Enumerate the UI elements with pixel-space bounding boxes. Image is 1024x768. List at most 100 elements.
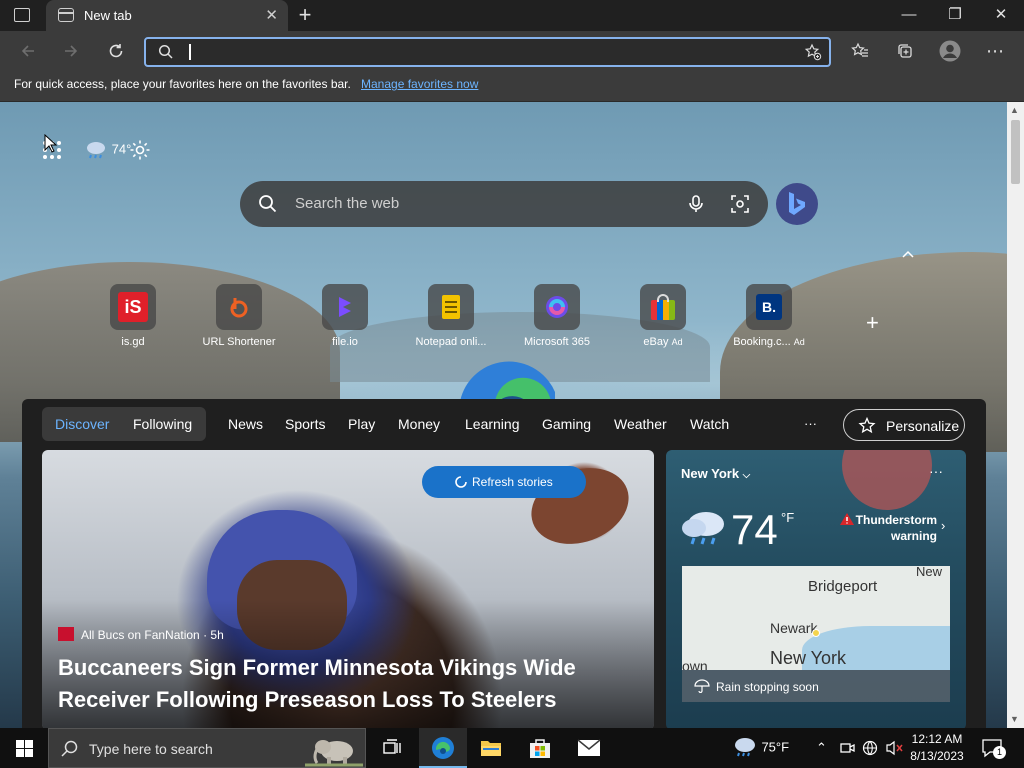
- feed-more-button[interactable]: ···: [804, 416, 817, 431]
- edge-browser-icon: [432, 737, 454, 759]
- quick-link-url-shortener[interactable]: URL Shortener: [194, 284, 284, 348]
- meet-now-icon[interactable]: [839, 740, 855, 756]
- collapse-chevron-icon[interactable]: [900, 246, 916, 262]
- quick-link-notepad[interactable]: Notepad onli...: [406, 284, 496, 348]
- refresh-icon: [109, 44, 123, 58]
- refresh-button[interactable]: [101, 37, 131, 65]
- back-arrow-icon: [21, 45, 34, 57]
- web-search-input[interactable]: Search the web: [295, 195, 399, 212]
- quick-link-label: file.io: [332, 336, 358, 348]
- manage-favorites-link[interactable]: Manage favorites now: [361, 77, 478, 91]
- tab-play[interactable]: Play: [348, 416, 375, 432]
- refresh-stories-label: Refresh stories: [472, 475, 553, 489]
- tab-money[interactable]: Money: [398, 416, 440, 432]
- task-view-icon: [383, 739, 401, 754]
- add-site-button[interactable]: +: [866, 310, 879, 336]
- personalize-button[interactable]: Personalize: [843, 409, 965, 441]
- minimize-button[interactable]: —: [886, 0, 932, 31]
- page-settings-button[interactable]: [128, 138, 152, 167]
- tab-news[interactable]: News: [228, 416, 263, 432]
- tab-sports[interactable]: Sports: [285, 416, 325, 432]
- story-headline[interactable]: Buccaneers Sign Former Minnesota Vikings…: [58, 652, 638, 716]
- map-label-new-york: New York: [770, 648, 847, 668]
- tab-weather[interactable]: Weather: [614, 416, 667, 432]
- new-tab-favicon-icon: [58, 8, 74, 22]
- tab-watch[interactable]: Watch: [690, 416, 729, 432]
- weather-alert-line2: warning: [890, 529, 937, 543]
- umbrella-icon: [694, 679, 710, 693]
- new-tab-button[interactable]: +: [292, 2, 318, 28]
- scroll-up-arrow-icon[interactable]: ▲: [1010, 105, 1019, 115]
- star-plus-icon[interactable]: [804, 43, 822, 61]
- tab-actions-icon[interactable]: [14, 8, 30, 22]
- microphone-icon[interactable]: [686, 194, 706, 214]
- location-pin-icon: [812, 629, 820, 637]
- weather-mini-widget[interactable]: 74°: [84, 140, 131, 160]
- taskbar-file-explorer-button[interactable]: [467, 728, 515, 768]
- chevron-right-icon[interactable]: ›: [941, 518, 945, 533]
- favorites-bar-message: For quick access, place your favorites h…: [14, 77, 351, 91]
- quick-link-booking[interactable]: B. Booking.c... Ad: [724, 284, 814, 348]
- quick-link-label: eBay: [643, 336, 669, 348]
- task-view-button[interactable]: [368, 728, 416, 768]
- taskbar-search-box[interactable]: Type here to search: [48, 728, 366, 768]
- weather-note-text: Rain stopping soon: [716, 680, 819, 694]
- ad-badge: Ad: [793, 337, 805, 347]
- back-button[interactable]: [13, 37, 43, 65]
- search-icon: [259, 195, 277, 213]
- show-hidden-icons-chevron-icon[interactable]: ⌃: [816, 740, 827, 756]
- scrollbar-thumb[interactable]: [1011, 120, 1020, 184]
- weather-more-button[interactable]: ···: [929, 463, 943, 479]
- network-globe-icon[interactable]: [862, 740, 878, 756]
- taskbar-weather-widget[interactable]: 75°F: [731, 736, 789, 758]
- taskbar-edge-button[interactable]: [419, 728, 467, 768]
- map-label-new: New: [916, 566, 943, 579]
- text-caret: [189, 44, 191, 60]
- tab-close-icon[interactable]: ✕: [265, 6, 278, 24]
- more-menu-icon: ⋯: [986, 41, 1004, 61]
- story-source[interactable]: All Bucs on FanNation · 5h: [81, 628, 224, 642]
- bing-logo-icon: [789, 192, 805, 215]
- favorites-button[interactable]: [845, 37, 875, 65]
- tab-discover[interactable]: Discover: [55, 416, 109, 432]
- taskbar-mail-button[interactable]: [565, 728, 613, 768]
- scroll-down-arrow-icon[interactable]: ▼: [1010, 714, 1019, 724]
- quick-link-ebay[interactable]: eBay Ad: [618, 284, 708, 348]
- quick-link-microsoft-365[interactable]: Microsoft 365: [512, 284, 602, 348]
- weather-map[interactable]: Bridgeport New Newark New York own: [682, 566, 950, 670]
- profile-button[interactable]: [935, 37, 965, 65]
- tab-learning[interactable]: Learning: [465, 416, 520, 432]
- forward-button[interactable]: [56, 37, 86, 65]
- page-scrollbar[interactable]: ▲ ▼: [1007, 102, 1024, 728]
- quick-link-label: Booking.c...: [733, 336, 791, 348]
- tab-new-tab[interactable]: New tab ✕: [46, 0, 288, 31]
- notification-center-button[interactable]: 1: [981, 738, 1006, 760]
- settings-more-button[interactable]: ⋯: [980, 37, 1010, 65]
- bing-chat-button[interactable]: [776, 183, 818, 225]
- taskbar-store-button[interactable]: [516, 728, 564, 768]
- isgd-icon: iS: [110, 284, 156, 330]
- quick-link-label: Microsoft 365: [523, 336, 591, 348]
- map-label-newark: Newark: [770, 620, 818, 636]
- taskbar-search-input[interactable]: Type here to search: [89, 741, 213, 757]
- favorites-icon: [851, 42, 868, 57]
- tab-gaming[interactable]: Gaming: [542, 416, 591, 432]
- close-window-button[interactable]: ✕: [978, 0, 1024, 31]
- notification-count-badge: 1: [993, 746, 1006, 759]
- restore-button[interactable]: ❐: [932, 0, 978, 31]
- start-button[interactable]: [0, 728, 48, 768]
- weather-city[interactable]: New York ⌵: [681, 466, 750, 481]
- visual-search-icon[interactable]: [730, 194, 750, 214]
- quick-link-label: Notepad onli...: [415, 336, 487, 348]
- refresh-stories-button[interactable]: Refresh stories: [422, 466, 586, 498]
- taskbar-clock[interactable]: 12:12 AM 8/13/2023: [906, 731, 968, 765]
- weather-forecast-note[interactable]: Rain stopping soon: [682, 670, 950, 702]
- address-bar[interactable]: [144, 37, 831, 67]
- volume-muted-icon[interactable]: [885, 740, 903, 756]
- web-search-box[interactable]: Search the web: [240, 181, 768, 227]
- collections-button[interactable]: [890, 37, 920, 65]
- tab-following[interactable]: Following: [133, 416, 192, 432]
- quick-link-isgd[interactable]: iS is.gd: [88, 284, 178, 348]
- quick-link-fileio[interactable]: file.io: [300, 284, 390, 348]
- weather-alert[interactable]: Thunderstorm warning: [839, 512, 937, 544]
